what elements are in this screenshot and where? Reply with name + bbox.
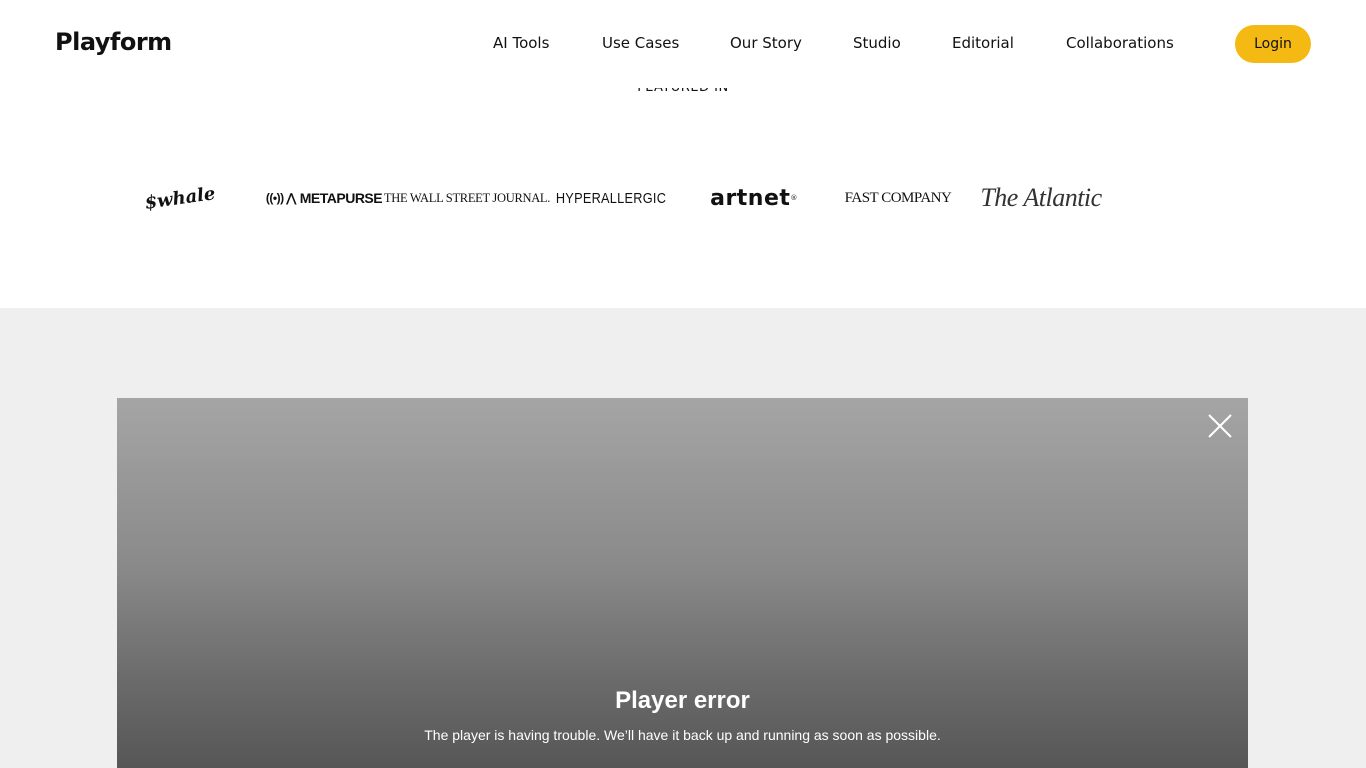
site-header: Playform AI Tools Use Cases Our Story St… <box>0 0 1366 88</box>
registered-mark-icon: ® <box>790 194 798 202</box>
press-logos: $whale ((•)) ⋀ METAPURSE THE WALL STREET… <box>0 175 1366 221</box>
fastcompany-logo: FAST COMPANY <box>844 189 952 206</box>
video-player[interactable]: Player error The player is having troubl… <box>117 398 1248 768</box>
nav-studio[interactable]: Studio <box>853 33 901 53</box>
atlantic-logo: The Atlantic <box>980 183 1102 212</box>
page: FEATURED IN Playform AI Tools Use Cases … <box>0 0 1366 768</box>
metapurse-icon: ((•)) ⋀ <box>265 191 296 205</box>
close-icon[interactable] <box>1206 412 1234 440</box>
player-error-title: Player error <box>615 687 750 714</box>
metapurse-logo: ((•)) ⋀ METAPURSE <box>264 175 384 221</box>
whale-logo: $whale <box>143 182 217 214</box>
nav-collaborations[interactable]: Collaborations <box>1066 33 1174 53</box>
metapurse-text: METAPURSE <box>299 190 383 206</box>
nav-our-story[interactable]: Our Story <box>730 33 802 53</box>
artnet-logo: artnet ® <box>710 175 798 221</box>
login-button[interactable]: Login <box>1235 25 1311 63</box>
player-error-message: The player is having trouble. We’ll have… <box>424 727 941 743</box>
artnet-text: artnet <box>710 185 791 211</box>
playform-logo[interactable]: Playform <box>55 28 172 56</box>
hyperallergic-logo: HYPERALLERGIC <box>555 189 667 207</box>
nav-use-cases[interactable]: Use Cases <box>602 33 679 53</box>
wsj-logo: THE WALL STREET JOURNAL. <box>383 190 551 205</box>
nav-ai-tools[interactable]: AI Tools <box>493 33 549 53</box>
nav-editorial[interactable]: Editorial <box>952 33 1014 53</box>
